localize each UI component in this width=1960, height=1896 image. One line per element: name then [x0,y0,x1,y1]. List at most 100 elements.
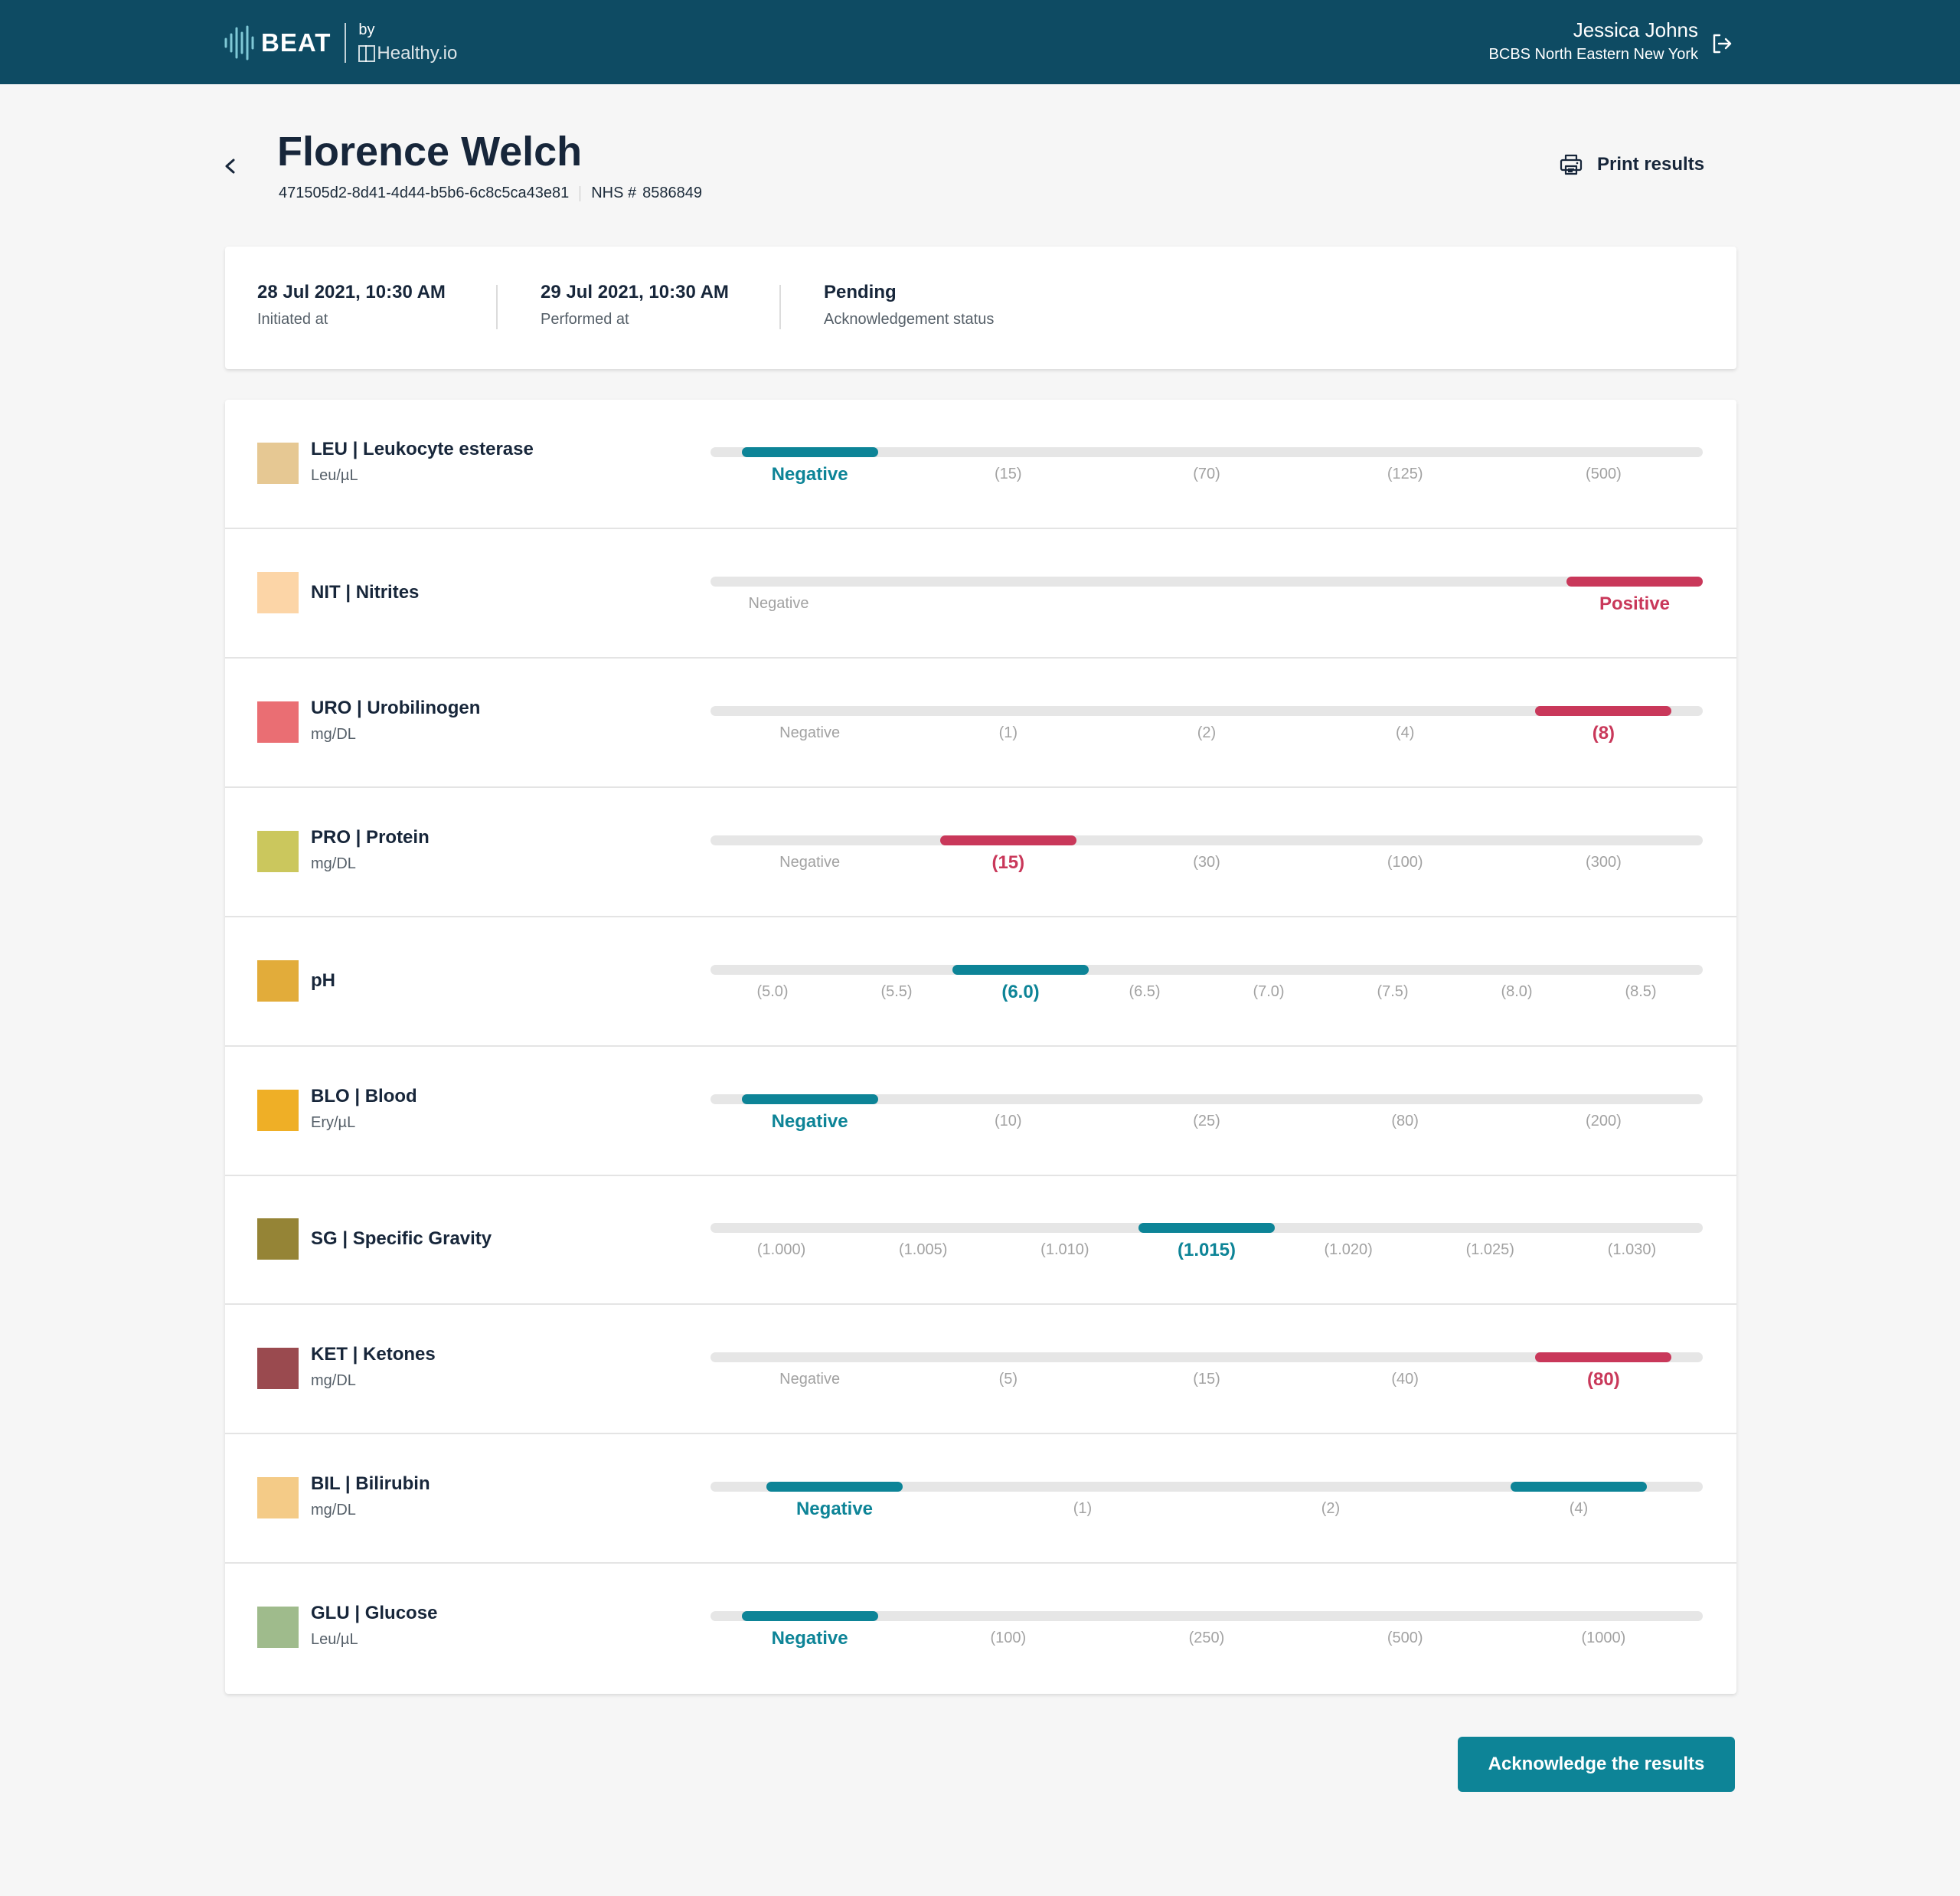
scale-label: (1.000) [756,1241,806,1258]
test-name: NIT | Nitrites [311,582,420,603]
brand-name: BEAT [261,28,332,57]
value-indicator [952,965,1089,975]
test-name: LEU | Leukocyte esterase [311,439,534,459]
scale-label: Negative [771,464,848,485]
status-value: Pending [824,282,897,302]
color-swatch [257,1090,299,1131]
scale-track [710,1611,1703,1621]
scale-label: (2) [1321,1500,1341,1517]
scale-label: (500) [1387,1630,1423,1646]
scale-track [710,706,1703,716]
top-bar: BEAT by Healthy.io Jessica Johns BCBS No… [0,0,1960,84]
test-name: BLO | Blood [311,1086,417,1107]
value-indicator [1511,1482,1647,1492]
test-name: BIL | Bilirubin [311,1473,430,1494]
color-swatch [257,960,299,1002]
test-unit: mg/DL [311,1372,356,1389]
scale-label: (8.0) [1501,983,1533,1000]
urinalysis-results-card: LEU | Leukocyte esterase Leu/µL Negative (1… [225,400,1736,1694]
color-swatch [257,1477,299,1518]
scale-track [710,965,1703,975]
value-indicator [1535,1352,1672,1362]
test-name: URO | Urobilinogen [311,698,481,718]
logout-icon[interactable] [1710,32,1733,55]
scale-label: (5) [998,1371,1018,1388]
scale-label: (15) [991,852,1025,873]
value-indicator [741,447,878,457]
scale-label: Negative [771,1111,848,1132]
color-swatch [257,701,299,743]
scale-track [710,1094,1703,1104]
performed-label: Performed at [541,311,629,328]
scale-label: (100) [990,1630,1027,1646]
result-row: LEU | Leukocyte esterase Leu/µL Negative (1… [225,400,1736,529]
scale-label: Negative [748,595,809,612]
beat-logo[interactable]: BEAT by Healthy.io [224,20,457,66]
scale-label: (70) [1193,466,1220,482]
acknowledgement-status: Pending Acknowledgement status [824,280,994,329]
scale-label: (1) [1073,1500,1093,1517]
user-info: Jessica Johns BCBS North Eastern New Yor… [1489,17,1698,66]
scale-label: Negative [795,1499,874,1519]
scale-label: (500) [1586,466,1622,482]
value-indicator [741,1611,878,1621]
test-name: PRO | Protein [311,827,430,848]
partner-logo: by Healthy.io [358,21,457,64]
info-divider [496,285,498,329]
initiated-value: 28 Jul 2021, 10:30 AM [257,282,446,302]
back-arrow-icon[interactable] [220,153,239,179]
scale-label: (2) [1197,724,1217,741]
scale-label: (30) [1193,854,1220,871]
scale-label: (6.5) [1129,983,1161,1000]
result-row: SG | Specific Gravity (1.000) (1.005) (1.01… [225,1175,1736,1305]
printer-icon [1560,154,1583,175]
scale-track [710,447,1703,457]
patient-identifiers: 471505d2-8d41-4d44-b5b6-6c8c5ca43e81 NHS… [279,185,702,202]
scale-label: (200) [1586,1113,1622,1129]
scale-track [710,835,1703,845]
acknowledge-results-button[interactable]: Acknowledge the results [1458,1737,1735,1792]
user-name: Jessica Johns [1573,18,1698,41]
scale-label: Negative [779,854,841,871]
scale-label: (1.030) [1607,1241,1657,1258]
result-row: BIL | Bilirubin mg/DL Negative (1) (2) (4) [225,1434,1736,1564]
nhs-label: NHS # [591,185,637,201]
color-swatch [257,572,299,613]
test-unit: mg/DL [311,1502,356,1518]
scale-label: (100) [1387,854,1423,871]
patient-name: Florence Welch [277,129,583,175]
value-indicator [1138,1223,1275,1233]
value-indicator [1535,706,1672,716]
color-swatch [257,831,299,872]
scale-label: (250) [1188,1630,1225,1646]
value-indicator [741,1094,878,1104]
logo-divider [345,23,347,63]
value-indicator [766,1482,903,1492]
color-swatch [257,1218,299,1260]
scale-label: (1.005) [899,1241,948,1258]
color-swatch [257,443,299,484]
scale-label: (15) [1193,1371,1220,1388]
scale-track [710,1352,1703,1362]
scale-label: (15) [995,466,1022,482]
scale-label: (300) [1586,854,1622,871]
test-name: GLU | Glucose [311,1603,438,1623]
result-row: URO | Urobilinogen mg/DL Negative (1) (2) (4)… [225,659,1736,788]
scale-label: (1000) [1581,1630,1626,1646]
print-results-button[interactable]: Print results [1559,152,1704,178]
scale-label: Negative [771,1628,848,1649]
result-row: pH (5.0) (5.5) (6.0) (6.5) (7.0) (7.5) (8.0) (8.… [225,917,1736,1047]
scale-label: (8) [1592,723,1615,744]
scale-label: (6.0) [1001,982,1040,1002]
scale-label: Positive [1599,593,1671,614]
scale-label: (7.5) [1377,983,1409,1000]
test-unit: mg/DL [311,855,356,872]
by-label: by [358,21,375,38]
scale-label: (1) [998,724,1018,741]
scale-label: (1.010) [1040,1241,1089,1258]
result-row: NIT | Nitrites Negative Positive [225,529,1736,659]
scale-label: (1.015) [1177,1240,1236,1260]
test-name: SG | Specific Gravity [311,1228,492,1249]
test-unit: Ery/µL [311,1114,356,1131]
scale-label: (25) [1193,1113,1220,1129]
